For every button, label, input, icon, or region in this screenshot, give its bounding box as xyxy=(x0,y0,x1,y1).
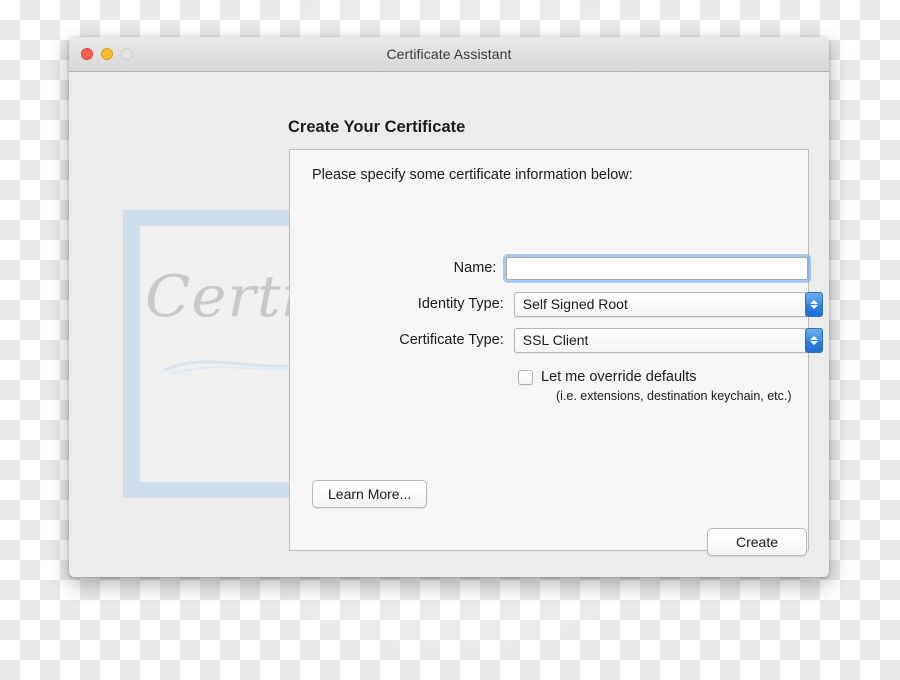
certificate-type-value: SSL Client xyxy=(522,332,589,348)
window-body: Create Your Certificate Certificate P xyxy=(69,72,829,577)
window-title: Certificate Assistant xyxy=(386,46,512,62)
learn-more-button[interactable]: Learn More... xyxy=(312,480,428,508)
certificate-type-select[interactable]: SSL Client xyxy=(513,327,823,353)
chevron-down-icon xyxy=(810,304,818,309)
window-titlebar[interactable]: Certificate Assistant xyxy=(69,37,829,72)
page-title: Create Your Certificate xyxy=(288,118,466,136)
create-button[interactable]: Create xyxy=(706,528,807,556)
override-defaults-checkbox-row[interactable]: Let me override defaults (i.e. extension… xyxy=(518,368,792,405)
override-defaults-text-group: Let me override defaults (i.e. extension… xyxy=(541,368,792,405)
override-defaults-label: Let me override defaults xyxy=(541,369,697,385)
chevron-up-icon xyxy=(810,335,818,340)
name-field-label: Name: xyxy=(453,260,497,276)
certificate-form: Name: Identity Type: Self Signed Root Ce… xyxy=(290,250,823,358)
certificate-type-stepper-icon[interactable] xyxy=(805,327,823,353)
form-row-identity-type: Identity Type: Self Signed Root xyxy=(290,286,823,322)
identity-type-select[interactable]: Self Signed Root xyxy=(513,291,823,317)
form-row-certificate-type: Certificate Type: SSL Client xyxy=(290,322,823,358)
screenshot-canvas: Certificate Assistant Create Your Certif… xyxy=(0,0,900,680)
name-input[interactable] xyxy=(506,256,808,280)
certificate-type-label: Certificate Type: xyxy=(399,332,504,348)
panel-inner: Please specify some certificate informat… xyxy=(290,150,823,550)
panel-prompt-text: Please specify some certificate informat… xyxy=(312,167,633,183)
form-row-name: Name: xyxy=(290,250,808,286)
identity-type-value: Self Signed Root xyxy=(522,296,628,312)
chevron-down-icon xyxy=(810,340,818,345)
certificate-info-panel: Please specify some certificate informat… xyxy=(289,149,823,551)
identity-type-label: Identity Type: xyxy=(417,296,504,312)
override-defaults-checkbox[interactable] xyxy=(518,370,533,385)
certificate-assistant-window: Certificate Assistant Create Your Certif… xyxy=(69,37,829,577)
identity-type-stepper-icon[interactable] xyxy=(805,291,823,317)
override-defaults-sublabel: (i.e. extensions, destination keychain, … xyxy=(556,389,792,403)
chevron-up-icon xyxy=(810,299,818,304)
